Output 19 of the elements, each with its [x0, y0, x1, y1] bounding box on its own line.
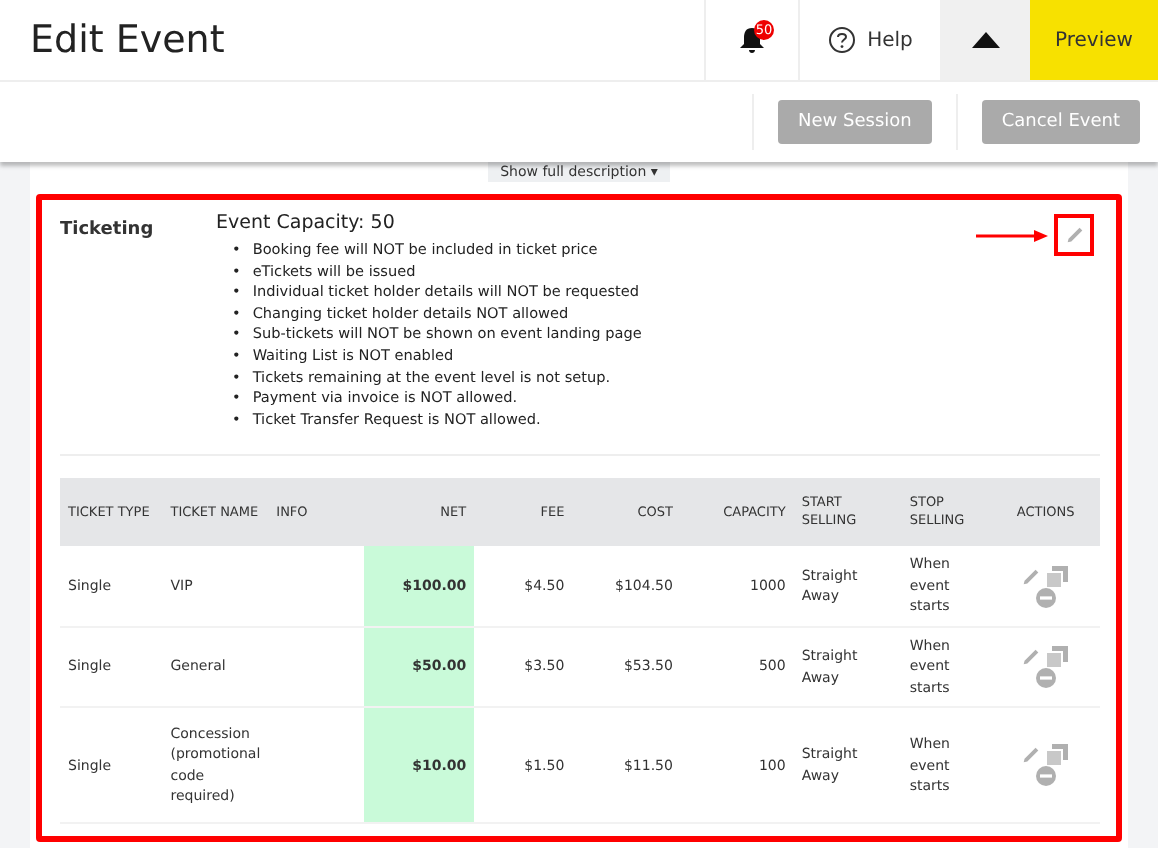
pencil-icon[interactable] [1063, 224, 1085, 246]
event-capacity: Event Capacity: 50 [216, 212, 397, 234]
section-label: Ticketing [60, 218, 156, 244]
preview-button[interactable]: Preview [1030, 0, 1158, 80]
help-link[interactable]: Help [867, 29, 913, 51]
pencil-icon[interactable] [1019, 646, 1042, 669]
remove-icon[interactable] [1035, 766, 1056, 787]
copy-icon[interactable] [1045, 565, 1068, 588]
pencil-icon[interactable] [1019, 744, 1042, 767]
page-title: Edit Event [28, 16, 227, 66]
caret-up-icon[interactable] [971, 32, 999, 48]
copy-icon[interactable] [1045, 744, 1068, 767]
pencil-icon[interactable] [1019, 565, 1042, 588]
edit-button[interactable] [1054, 214, 1094, 256]
remove-icon[interactable] [1035, 668, 1056, 689]
remove-icon[interactable] [1035, 587, 1056, 608]
copy-icon[interactable] [1045, 646, 1068, 669]
arrow-icon [976, 230, 1048, 242]
help-icon[interactable] [827, 26, 856, 54]
